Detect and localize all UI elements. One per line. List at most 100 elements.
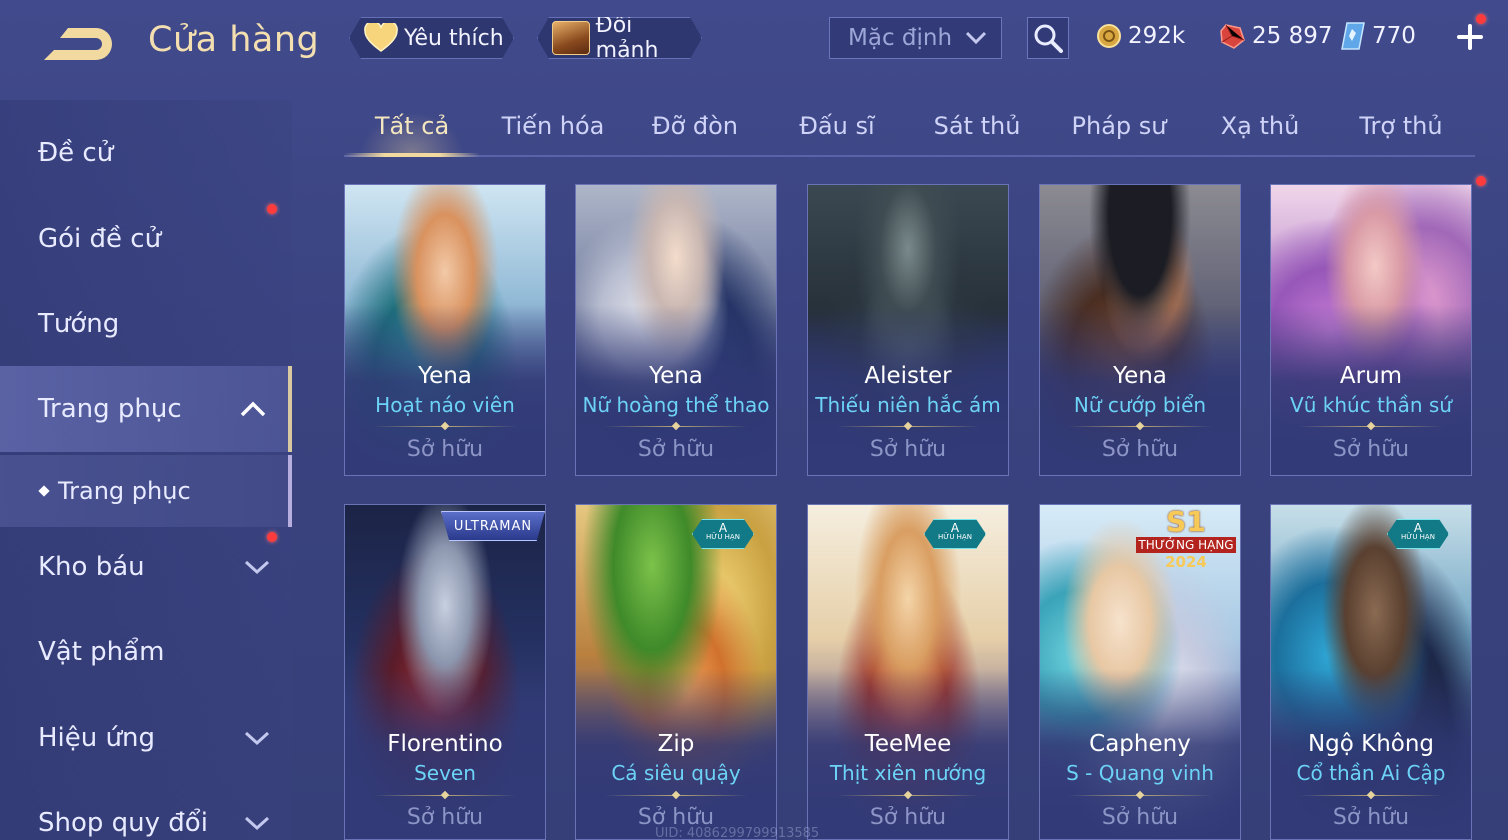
sidebar-item-label: Shop quy đổi [38,808,208,838]
sidebar-item-label: Gói đề cử [38,224,162,254]
sidebar-item-label: Đề cử [38,138,114,168]
uid-watermark: UID: 4086299799913585 [655,826,820,840]
badge-grade: A [718,521,728,535]
notification-dot [1476,14,1486,24]
treasure-chest-icon [552,21,590,55]
hero-name: Arum [1339,363,1403,389]
sidebar-item-label: Vật phẩm [38,637,165,667]
back-arrow-icon [44,28,112,60]
sidebar-item-skins[interactable]: Trang phục [0,366,292,452]
skin-card[interactable]: Yena Hoạt náo viên Sở hữu [344,184,546,476]
skin-name: Cổ thần Ai Cập [1296,761,1446,785]
sidebar-item-exchange-shop[interactable]: Shop quy đổi [0,780,292,840]
notification-dot [267,204,277,214]
skin-name: Vũ khúc thần sứ [1290,393,1452,417]
card-divider [1068,426,1212,427]
hero-name: Zip [657,731,695,757]
sidebar-item-label: Hiệu ứng [38,723,155,753]
card-divider [1068,795,1212,796]
badge-grade: A [1413,521,1423,535]
card-divider [373,426,517,427]
tab-support[interactable]: Trợ thủ [1333,112,1469,140]
favorites-button[interactable]: Yêu thích [349,17,514,59]
sidebar-item-label: Trang phục [58,477,191,505]
sidebar-item-bundles[interactable]: Gói đề cử [0,196,292,282]
limited-badge: A HỮU HẠN [924,519,986,549]
badge-season: S1 [1166,505,1206,538]
owned-status: Sở hữu [406,805,484,830]
search-icon [1034,24,1063,53]
search-button[interactable] [1027,17,1069,59]
skin-name: Thịt xiên nướng [829,761,987,785]
badge-label: THƯỞNG HẠNG [1136,537,1236,553]
hero-name: TeeMee [864,731,952,757]
crystal-voucher-icon [1341,22,1365,50]
gold-balance: 292k [1096,20,1185,52]
skin-card[interactable]: Aleister Thiếu niên hắc ám Sở hữu [807,184,1009,476]
active-tab-indicator [344,153,480,157]
badge-label: HỮU HẠN [938,533,972,541]
diamond-bullet-icon [38,485,50,497]
tab-all[interactable]: Tất cả [344,112,480,140]
back-button[interactable] [38,22,118,66]
tab-marksman[interactable]: Xạ thủ [1192,112,1328,140]
hero-name: Aleister [864,363,952,389]
skin-name: Cá siêu quậy [611,761,741,785]
sidebar-item-effects[interactable]: Hiệu ứng [0,695,292,781]
hero-name: Ngộ Không [1307,731,1435,757]
owned-status: Sở hữu [637,437,715,462]
skin-card[interactable]: S1 THƯỞNG HẠNG 2024 Capheny S - Quang vi… [1039,504,1241,840]
sidebar-subitem-skins[interactable]: Trang phục [0,455,292,527]
skin-card[interactable]: ULTRAMAN Florentino Seven Sở hữu [344,504,546,840]
sidebar-item-label: Kho báu [38,552,145,582]
badge-grade: A [950,521,960,535]
gold-coin-icon [1097,24,1121,48]
badge-label: HỮU HẠN [706,533,740,541]
ruby-balance: 25 897 [1218,20,1332,52]
card-divider [1299,795,1443,796]
notification-dot [1476,176,1486,186]
owned-status: Sở hữu [406,437,484,462]
card-divider [604,795,748,796]
sidebar-item-items[interactable]: Vật phẩm [0,609,292,695]
chevron-down-icon [244,560,270,575]
tab-evolve[interactable]: Tiến hóa [485,112,621,140]
skin-name: Nữ cướp biển [1073,393,1207,417]
card-divider [604,426,748,427]
skin-card[interactable]: Yena Nữ cướp biển Sở hữu [1039,184,1241,476]
owned-status: Sở hữu [1101,437,1179,462]
hero-name: Yena [649,363,703,389]
skin-name: Hoạt náo viên [375,393,515,417]
card-divider [836,795,980,796]
tab-tank[interactable]: Đỡ đòn [627,112,763,140]
sidebar-item-treasure[interactable]: Kho báu [0,524,292,610]
owned-status: Sở hữu [869,805,947,830]
chevron-down-icon [965,31,987,45]
skin-card[interactable]: A HỮU HẠN Ngộ Không Cổ thần Ai Cập Sở hữ… [1270,504,1472,840]
voucher-value: 770 [1372,23,1416,49]
sort-dropdown[interactable]: Mặc định [829,17,1002,59]
card-divider [373,795,517,796]
skin-card[interactable]: A HỮU HẠN TeeMee Thịt xiên nướng Sở hữu [807,504,1009,840]
notification-dot [267,532,277,542]
card-divider [1299,426,1443,427]
skin-card[interactable]: A HỮU HẠN Zip Cá siêu quậy Sở hữu [575,504,777,840]
ruby-icon [1220,24,1245,49]
skin-name: Thiếu niên hắc ám [815,393,1001,417]
sidebar-item-heroes[interactable]: Tướng [0,281,292,367]
owned-status: Sở hữu [1101,805,1179,830]
ruby-value: 25 897 [1252,23,1333,49]
sidebar-item-featured[interactable]: Đề cử [0,110,292,196]
card-divider [836,426,980,427]
exchange-fragments-button[interactable]: Đổi mảnh [537,17,702,59]
sort-value: Mặc định [848,25,953,51]
skin-card[interactable]: Arum Vũ khúc thần sứ Sở hữu [1270,184,1472,476]
limited-badge: A HỮU HẠN [692,519,754,549]
badge-label: HỮU HẠN [1401,533,1435,541]
skin-card[interactable]: Yena Nữ hoàng thể thao Sở hữu [575,184,777,476]
ultraman-collab-badge: ULTRAMAN [441,511,545,541]
tab-fighter[interactable]: Đấu sĩ [769,112,905,140]
chevron-down-icon [244,816,270,831]
tab-mage[interactable]: Pháp sư [1051,112,1187,140]
tab-assassin[interactable]: Sát thủ [909,112,1045,140]
